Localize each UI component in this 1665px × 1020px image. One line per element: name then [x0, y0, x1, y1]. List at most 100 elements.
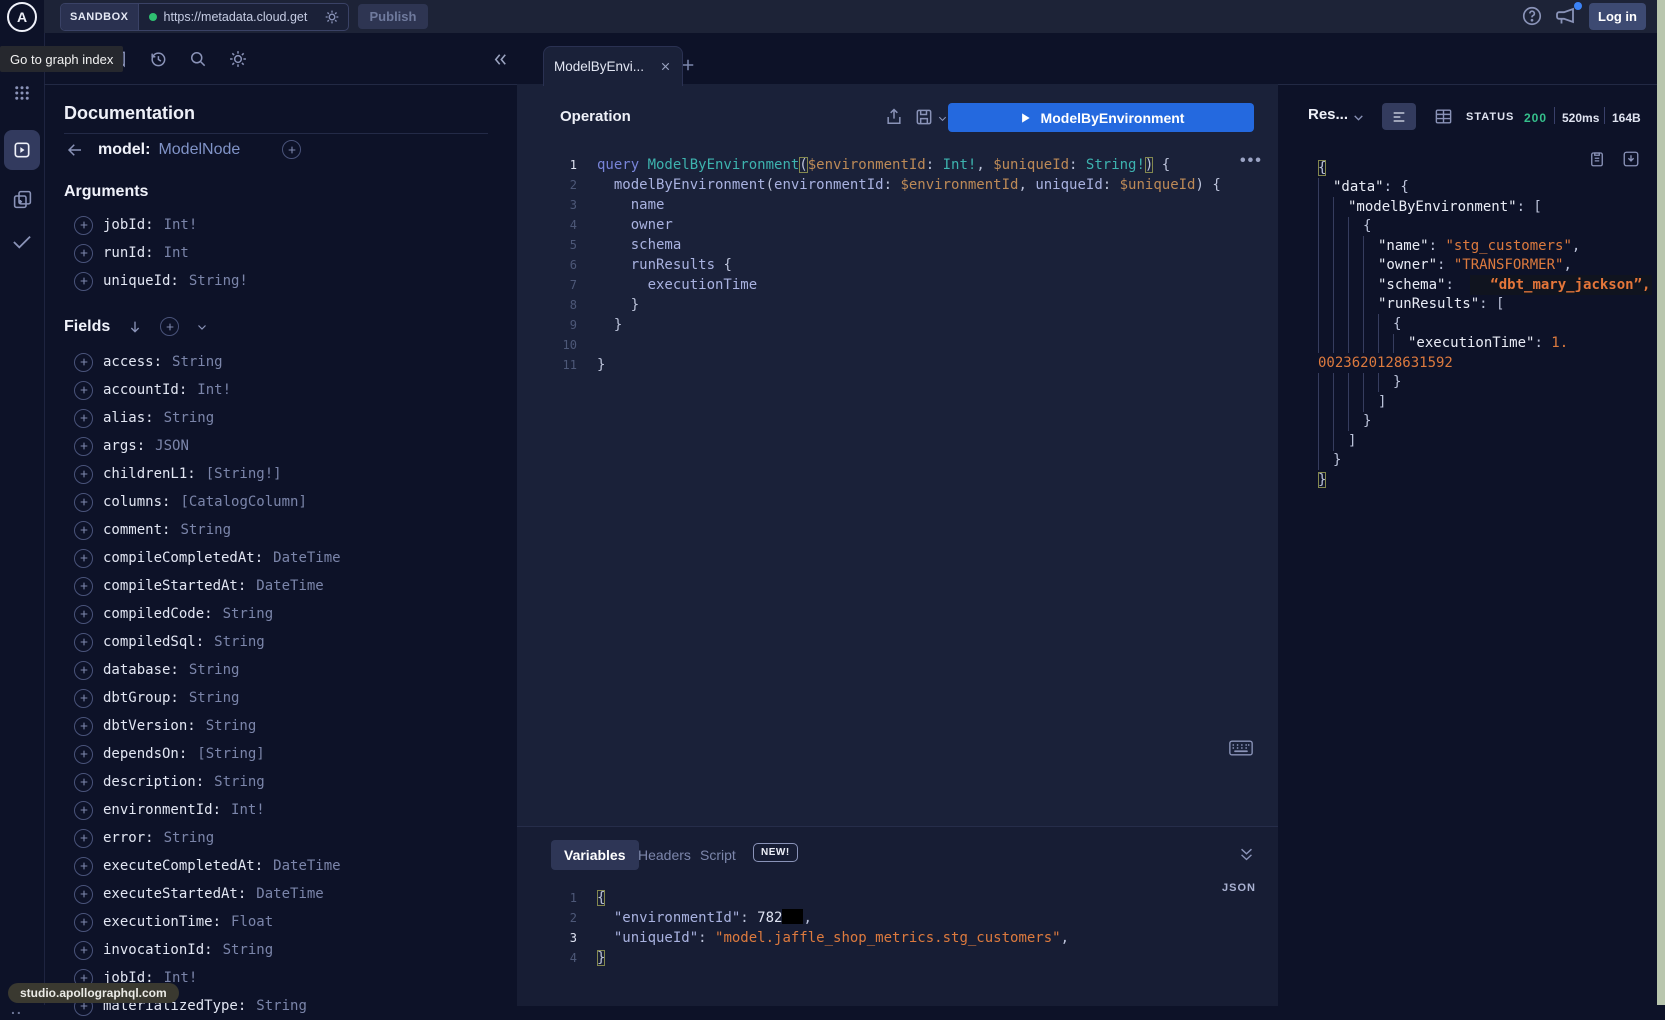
add-field-icon[interactable]: [74, 437, 93, 456]
response-options-chevron-icon[interactable]: [1352, 111, 1365, 124]
field-type[interactable]: String: [164, 830, 215, 846]
field-type[interactable]: String: [206, 718, 257, 734]
back-arrow-icon[interactable]: [66, 141, 84, 159]
field-type[interactable]: String: [223, 606, 274, 622]
add-model-field-icon[interactable]: [282, 140, 301, 159]
help-icon[interactable]: [1521, 5, 1543, 27]
collapse-doc-panel-icon[interactable]: [491, 50, 510, 69]
add-field-icon[interactable]: [74, 801, 93, 820]
graph-index-icon[interactable]: [13, 84, 31, 102]
field-type[interactable]: String: [189, 690, 240, 706]
operation-tab[interactable]: ModelByEnvi...: [543, 46, 683, 86]
sidebar-item-schema[interactable]: [12, 189, 33, 210]
add-field-icon[interactable]: [74, 913, 93, 932]
field-type[interactable]: DateTime: [256, 886, 323, 902]
field-type[interactable]: String!: [189, 273, 248, 289]
response-view-raw-toggle[interactable]: [1382, 103, 1416, 130]
code-token: ,: [1061, 930, 1069, 946]
add-field-icon[interactable]: [74, 381, 93, 400]
keyboard-shortcuts-icon[interactable]: [1229, 740, 1253, 756]
explorer-settings-gear-icon[interactable]: [228, 49, 248, 69]
field-type[interactable]: Int!: [197, 382, 231, 398]
add-field-icon[interactable]: [74, 773, 93, 792]
save-options-chevron-icon[interactable]: [937, 113, 948, 124]
rail-more-icon[interactable]: ..: [11, 1001, 23, 1017]
add-field-icon[interactable]: [74, 661, 93, 680]
run-operation-button[interactable]: ModelByEnvironment: [948, 103, 1254, 132]
page-scrollbar[interactable]: [1657, 0, 1665, 1005]
field-type[interactable]: Int!: [164, 217, 198, 233]
add-field-icon[interactable]: [74, 941, 93, 960]
field-type[interactable]: String: [189, 662, 240, 678]
endpoint-settings-gear-icon[interactable]: [324, 9, 340, 25]
add-field-icon[interactable]: [74, 745, 93, 764]
search-icon[interactable]: [188, 49, 208, 69]
field-type[interactable]: DateTime: [273, 550, 340, 566]
line-number: 7: [517, 275, 597, 295]
endpoint-url-box[interactable]: SANDBOX https://metadata.cloud.get: [60, 3, 349, 31]
field-type[interactable]: String: [214, 774, 265, 790]
field-type[interactable]: [String]: [197, 746, 264, 762]
add-field-icon[interactable]: [74, 272, 93, 291]
add-field-icon[interactable]: [74, 829, 93, 848]
collapse-variables-icon[interactable]: [1238, 846, 1255, 863]
save-operation-icon[interactable]: [914, 107, 934, 127]
response-view-table-toggle[interactable]: [1434, 107, 1453, 126]
model-type-link[interactable]: ModelNode: [158, 141, 240, 159]
code-token: [597, 217, 631, 233]
sidebar-item-checklist[interactable]: [11, 233, 33, 251]
code-content: }: [597, 315, 622, 335]
add-field-icon[interactable]: [74, 577, 93, 596]
code-content: "data": {: [1333, 179, 1409, 195]
apollo-logo[interactable]: A: [0, 0, 44, 33]
field-type[interactable]: String: [172, 354, 223, 370]
field-type[interactable]: DateTime: [256, 578, 323, 594]
fields-options-chevron-icon[interactable]: [196, 321, 208, 333]
history-icon[interactable]: [148, 49, 168, 69]
endpoint-url-input[interactable]: https://metadata.cloud.get: [164, 10, 322, 24]
tab-variables[interactable]: Variables: [551, 840, 639, 870]
add-field-icon[interactable]: [74, 857, 93, 876]
code-content: }: [597, 295, 639, 315]
field-type[interactable]: String: [180, 522, 231, 538]
field-type[interactable]: DateTime: [273, 858, 340, 874]
tab-script[interactable]: Script: [700, 847, 736, 863]
add-field-icon[interactable]: [74, 244, 93, 263]
field-type[interactable]: Int!: [231, 802, 265, 818]
add-field-icon[interactable]: [74, 353, 93, 372]
add-all-fields-icon[interactable]: [160, 317, 179, 336]
login-button[interactable]: Log in: [1589, 3, 1646, 30]
add-field-icon[interactable]: [74, 465, 93, 484]
add-field-icon[interactable]: [74, 717, 93, 736]
share-operation-icon[interactable]: [884, 107, 904, 127]
add-field-icon[interactable]: [74, 633, 93, 652]
field-type[interactable]: [String!]: [206, 466, 282, 482]
code-token: $uniqueId: [1120, 177, 1196, 193]
add-field-icon[interactable]: [74, 605, 93, 624]
close-tab-icon[interactable]: [659, 60, 672, 73]
variables-code-editor[interactable]: 1{2 "environmentId": 782,3 "uniqueId": "…: [517, 888, 1257, 968]
field-type[interactable]: [CatalogColumn]: [180, 494, 306, 510]
tab-headers[interactable]: Headers: [638, 847, 691, 863]
field-type[interactable]: String: [256, 998, 307, 1014]
publish-button[interactable]: Publish: [358, 4, 428, 29]
add-field-icon[interactable]: [74, 549, 93, 568]
response-json-viewer[interactable]: {"data": {"modelByEnvironment": [{"name"…: [1318, 158, 1652, 490]
add-field-icon[interactable]: [74, 885, 93, 904]
field-type[interactable]: String: [164, 410, 215, 426]
field-type[interactable]: Float: [231, 914, 273, 930]
add-field-icon[interactable]: [74, 409, 93, 428]
indent-guide: [1333, 412, 1348, 432]
operation-code-editor[interactable]: 1query ModelByEnvironment($environmentId…: [517, 155, 1257, 375]
add-field-icon[interactable]: [74, 493, 93, 512]
add-field-icon[interactable]: [74, 689, 93, 708]
sidebar-item-explorer[interactable]: [4, 130, 40, 170]
field-type[interactable]: String: [223, 942, 274, 958]
add-field-icon[interactable]: [74, 521, 93, 540]
field-type[interactable]: Int: [164, 245, 189, 261]
sort-fields-icon[interactable]: [127, 319, 143, 335]
add-field-icon[interactable]: [74, 216, 93, 235]
field-row: columns:[CatalogColumn]: [74, 488, 504, 516]
field-type[interactable]: JSON: [155, 438, 189, 454]
field-type[interactable]: String: [214, 634, 265, 650]
